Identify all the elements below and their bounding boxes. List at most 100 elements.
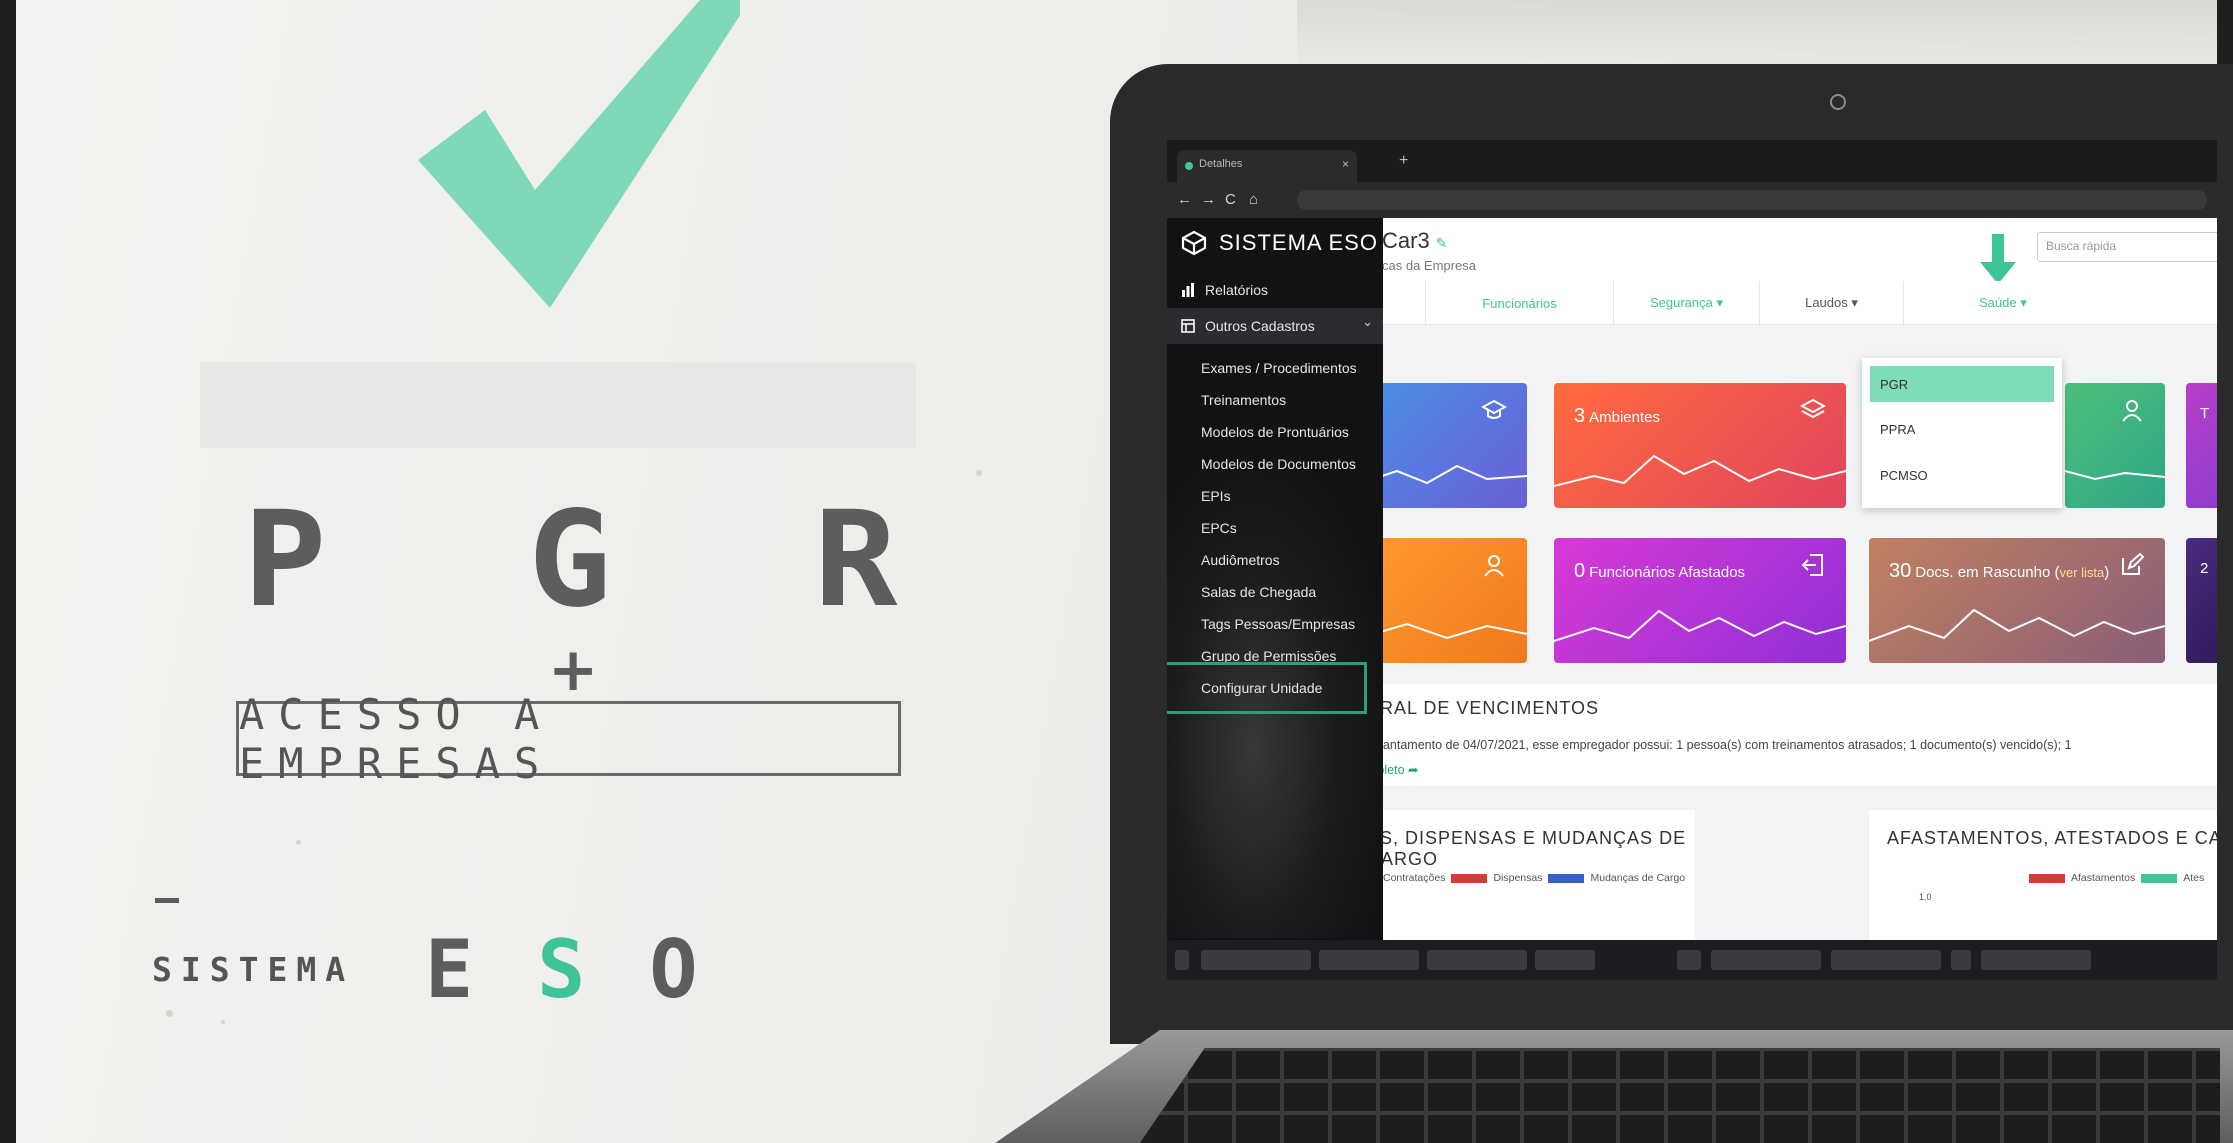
ver-lista-link[interactable]: ver lista — [2059, 565, 2104, 580]
sidebar-subitem-salas-chegada[interactable]: Salas de Chegada — [1167, 576, 1383, 608]
sparkline — [1367, 622, 1527, 640]
card-partial-green[interactable] — [2065, 383, 2165, 508]
browser-tabbar: Detalhes × + — [1167, 140, 2217, 182]
url-field[interactable] — [1297, 190, 2207, 210]
legend-label: Mudanças de Cargo — [1590, 872, 1686, 884]
quick-search-input[interactable]: Busca rápida — [2037, 232, 2217, 262]
taskbar-app[interactable] — [1951, 950, 1971, 970]
brand-name: SISTEMA ESO — [1219, 230, 1378, 255]
speck — [296, 840, 301, 845]
sidebar-subitem-audiometros[interactable]: Audiômetros — [1167, 544, 1383, 576]
dropdown-item-ppra[interactable]: PPRA — [1870, 411, 2054, 447]
sparkline — [1367, 464, 1527, 485]
dropdown-item-pgr[interactable]: PGR — [1870, 366, 2054, 402]
pgr-letter-p: P — [243, 483, 327, 637]
card-docs-rascunho[interactable]: 30 Docs. em Rascunho (ver lista) — [1869, 538, 2165, 663]
dropdown-item-pcmso[interactable]: PCMSO — [1870, 457, 2054, 493]
sidebar-subitem-tags[interactable]: Tags Pessoas/Empresas — [1167, 608, 1383, 640]
legend-swatch — [2029, 873, 2065, 883]
reload-icon[interactable]: C — [1225, 191, 1236, 208]
sidebar-item-label: Relatórios — [1205, 282, 1269, 298]
edit-icon[interactable]: ✎ — [1436, 235, 1448, 251]
sidebar-subitem-modelos-documentos[interactable]: Modelos de Documentos — [1167, 448, 1383, 480]
pgr-letter-g: G — [528, 483, 612, 637]
taskbar-app[interactable] — [1981, 950, 2091, 970]
table-icon — [1181, 319, 1195, 333]
home-icon[interactable]: ⌂ — [1249, 191, 1258, 208]
tab-seguranca[interactable]: Segurança ▾ — [1613, 281, 1759, 325]
afastamentos-title: AFASTAMENTOS, ATESTADOS E CA — [1887, 828, 2217, 848]
sidebar-subitem-treinamentos[interactable]: Treinamentos — [1167, 384, 1383, 416]
favicon-icon — [1185, 162, 1193, 170]
keyboard — [1140, 1048, 2220, 1143]
vencimentos-panel: ERAL DE VENCIMENTOS levantamento de 04/0… — [1367, 684, 2217, 786]
back-icon[interactable]: ← — [1177, 191, 1192, 208]
card-partial-purple[interactable]: T — [2186, 383, 2217, 508]
taskbar-app[interactable] — [1201, 950, 1311, 970]
chevron-down-icon: ⌄ — [1362, 314, 1373, 329]
os-taskbar — [1167, 940, 2217, 980]
sidebar-item-relatorios[interactable]: Relatórios — [1167, 274, 1383, 306]
sidebar-brand[interactable]: SISTEMA ESO — [1181, 230, 1378, 256]
user-icon — [1484, 555, 1504, 577]
card-partial-blue[interactable] — [1367, 383, 1527, 508]
company-name: Car3 — [1382, 228, 1430, 253]
eso-logo: E S O — [425, 930, 698, 1010]
browser-tab[interactable]: Detalhes × — [1177, 150, 1357, 182]
laudos-dropdown: PGR PPRA PCMSO — [1862, 358, 2062, 508]
taskbar-app[interactable] — [1831, 950, 1941, 970]
new-tab-button[interactable]: + — [1399, 152, 1408, 170]
taskbar-app[interactable] — [1319, 950, 1419, 970]
card-partial-orange[interactable]: s — [1367, 538, 1527, 663]
card-funcionarios-afastados[interactable]: 0 Funcionários Afastados — [1554, 538, 1846, 663]
start-icon[interactable] — [1175, 950, 1189, 970]
company-subtitle: cas da Empresa — [1382, 258, 1476, 273]
movimentacoes-panel: ES, DISPENSAS E MUDANÇAS DE CARGO Contra… — [1367, 810, 1695, 940]
card-ambientes[interactable]: 3 Ambientes — [1554, 383, 1846, 508]
eso-letter-e: E — [425, 923, 474, 1016]
logo-cube-icon — [1181, 230, 1207, 256]
taskbar-app[interactable] — [1535, 950, 1595, 970]
taskbar-app[interactable] — [1677, 950, 1701, 970]
sparkline — [1554, 609, 1846, 642]
graduation-cap-icon — [1481, 399, 1507, 419]
close-tab-icon[interactable]: × — [1342, 157, 1349, 171]
sidebar-subitem-epcs[interactable]: EPCs — [1167, 512, 1383, 544]
access-label: ACESSO A EMPRESAS — [239, 689, 554, 788]
speck — [976, 470, 982, 476]
taskbar-app[interactable] — [1711, 950, 1821, 970]
sidebar-subitem-modelos-prontuarios[interactable]: Modelos de Prontuários — [1167, 416, 1383, 448]
sidebar-subitem-epis[interactable]: EPIs — [1167, 480, 1383, 512]
tab-saude[interactable]: Saúde ▾ — [1903, 281, 2217, 325]
sidebar-subitem-configurar-unidade[interactable]: Configurar Unidade — [1167, 662, 1383, 714]
user-icon — [2122, 400, 2142, 422]
card-partial-darkpurple[interactable]: 2 — [2186, 538, 2217, 663]
company-title: Car3 ✎ — [1382, 228, 1447, 254]
access-label-box: ACESSO A EMPRESAS — [236, 690, 901, 788]
tab-funcionarios[interactable]: Funcionários — [1425, 281, 1613, 325]
card-label: 30 Docs. em Rascunho (ver lista) — [1889, 560, 2110, 582]
legend-swatch — [1451, 873, 1488, 883]
exit-icon — [1801, 554, 1823, 576]
legend-label: Dispensas — [1493, 872, 1543, 884]
axis-tick: 1.0 — [1919, 892, 1932, 902]
sidebar-item-outros-cadastros[interactable]: Outros Cadastros ⌄ — [1167, 308, 1383, 344]
pgr-letter-r: R — [813, 483, 897, 637]
layers-icon — [1800, 398, 1826, 419]
legend-label: Afastamentos — [2071, 872, 2136, 884]
sidebar-subitem-exames[interactable]: Exames / Procedimentos — [1167, 352, 1383, 384]
card-label: 3 Ambientes — [1574, 405, 1660, 427]
forward-icon[interactable]: → — [1201, 191, 1216, 208]
card-label: 0 Funcionários Afastados — [1574, 560, 1746, 582]
legend-label: Contratações — [1383, 872, 1446, 884]
tab-title: Detalhes — [1199, 158, 1243, 170]
divider-dash — [155, 898, 179, 903]
movimentacoes-title: ES, DISPENSAS E MUDANÇAS DE CARGO — [1367, 828, 1687, 869]
sidebar-item-label: Outros Cadastros — [1205, 318, 1315, 334]
sistema-label: SISTEMA — [152, 950, 355, 989]
tab-laudos[interactable]: Laudos ▾ — [1759, 281, 1903, 325]
afastamentos-panel: AFASTAMENTOS, ATESTADOS E CA Afastamento… — [1869, 810, 2217, 940]
taskbar-app[interactable] — [1427, 950, 1527, 970]
eso-letter-s: S — [537, 923, 586, 1016]
legend-swatch — [2141, 873, 2178, 883]
